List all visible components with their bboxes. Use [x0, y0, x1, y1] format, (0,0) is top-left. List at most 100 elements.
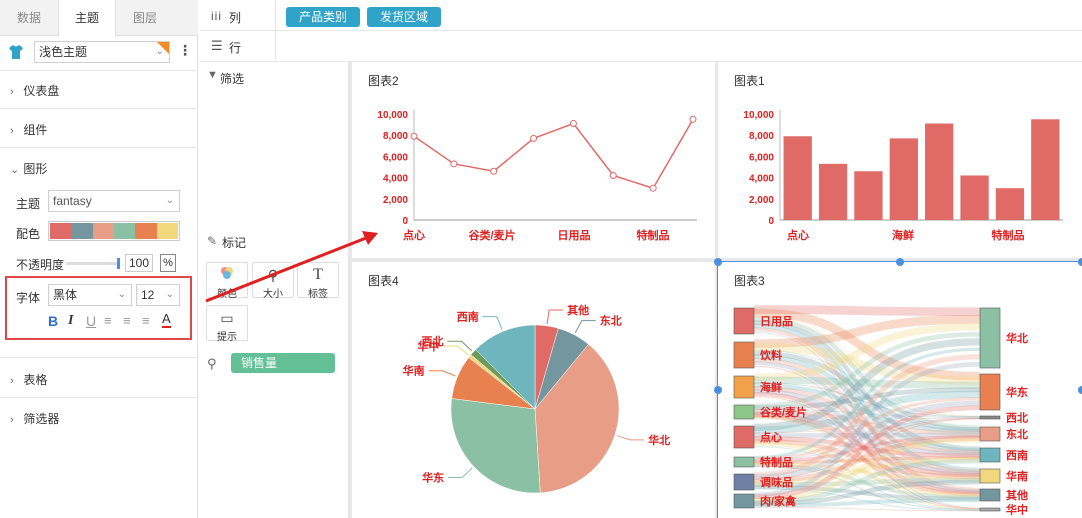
measure-pill[interactable]: 销售量: [231, 353, 335, 373]
label-mark-label: 标签: [308, 289, 328, 300]
columns-shelf[interactable]: iii 列 产品类别 发货区域: [199, 0, 1082, 31]
rows-shelf[interactable]: ☰ 行: [199, 31, 1082, 62]
y-tick-label: 10,000: [377, 110, 408, 121]
sankey-left-label: 海鲜: [760, 380, 782, 394]
rows-label: 行: [229, 41, 242, 55]
section-component[interactable]: › 组件: [10, 121, 47, 138]
section-dashboard[interactable]: › 仪表盘: [10, 82, 59, 99]
bar-chart: 0 2,000 4,000 6,000 8,000 10,000 点心 海鲜 特制品: [743, 110, 1063, 242]
y-tick-label: 6,000: [749, 152, 774, 163]
bold-button[interactable]: B: [48, 313, 58, 329]
palette-picker[interactable]: [48, 221, 180, 241]
palette-swatch: [156, 223, 178, 239]
chart3-card[interactable]: 图表3 日用品 饮料 海鲜 谷类/麦片 点心 特制品 调味品 肉/家禽 华北 华东 西北 东北 西南 华南…: [714, 258, 1082, 518]
series-line: [413, 118, 694, 190]
section-dashboard-label: 仪表盘: [23, 84, 60, 98]
palette-swatch: [71, 223, 93, 239]
bar: [960, 175, 989, 220]
chevron-down-icon: ⌄: [165, 289, 174, 300]
properties-panel: 数据 主题 图层 浅色主题 ⌄ ⋮ › 仪表盘 › 组件 ⌄ 图形 主题 fan…: [0, 0, 198, 518]
opacity-slider-handle[interactable]: [117, 258, 120, 269]
font-label: 字体: [16, 291, 41, 305]
bar: [818, 163, 848, 220]
graphic-theme-select[interactable]: fantasy ⌄: [48, 190, 180, 212]
sankey-left-node: [733, 404, 755, 420]
chevron-down-icon: ⌄: [10, 164, 20, 176]
dashboard-canvas: 图表2 0 2,000 4,000 6,000 8,000 10,000 点心 谷类/麦片 日用…: [349, 62, 1082, 518]
resize-handle[interactable]: [714, 258, 722, 266]
sankey-left-node: [733, 425, 755, 449]
sankey-left-node: [733, 375, 755, 399]
sankey-right-label: 东北: [1006, 427, 1028, 441]
size-mark-label: 大小: [263, 289, 283, 300]
opacity-input[interactable]: 100: [125, 254, 153, 272]
resize-handle[interactable]: [1078, 386, 1082, 394]
font-size-select[interactable]: 12 ⌄: [136, 284, 180, 306]
chevron-right-icon: ›: [10, 414, 14, 426]
align-left-icon[interactable]: ≡: [104, 313, 112, 328]
filter-icon: ▼: [207, 69, 218, 81]
marks-panel: ▼ 筛选 ✎ 标记 颜色 ⚲ 大小 T 标签 ▭ 提示 ⚲ 销售量: [199, 62, 349, 518]
data-point: [530, 134, 538, 142]
tab-theme[interactable]: 主题: [58, 0, 116, 37]
column-field-pill[interactable]: 发货区域: [367, 7, 441, 27]
chart2-card[interactable]: 图表2 0 2,000 4,000 6,000 8,000 10,000 点心 谷类/麦片 日用…: [352, 62, 715, 258]
x-tick-label: 点心: [403, 228, 425, 242]
sankey-right-node: [979, 426, 1001, 442]
section-graphic[interactable]: ⌄ 图形: [10, 160, 47, 177]
align-right-icon[interactable]: ≡: [142, 313, 150, 328]
sankey-right-label: 华南: [1006, 469, 1028, 483]
opacity-slider[interactable]: [66, 258, 120, 269]
data-point: [649, 184, 657, 192]
align-center-icon[interactable]: ≡: [123, 313, 131, 328]
sankey-left-label: 饮料: [759, 348, 782, 362]
label-mark-button[interactable]: T 标签: [297, 262, 339, 300]
pie-leader-line: [616, 435, 645, 441]
pie-leader-line: [574, 320, 596, 334]
columns-label: 列: [229, 11, 242, 25]
marks-label: 标记: [222, 236, 247, 250]
sankey-left-label: 点心: [760, 430, 782, 444]
section-filter[interactable]: › 筛选器: [10, 410, 59, 427]
y-tick-label: 4,000: [749, 174, 774, 185]
size-mark-button[interactable]: ⚲ 大小: [252, 262, 294, 300]
palette-swatch: [50, 223, 72, 239]
pie-leader-line: [546, 309, 564, 324]
chevron-right-icon: ›: [10, 375, 14, 387]
tab-layers[interactable]: 图层: [116, 0, 174, 36]
text-icon: T: [313, 266, 323, 283]
font-color-icon[interactable]: A: [162, 312, 171, 328]
more-icon[interactable]: ⋮: [178, 42, 192, 59]
bar: [995, 188, 1025, 220]
y-tick-label: 2,000: [383, 195, 408, 206]
resize-handle[interactable]: [896, 258, 904, 266]
theme-label: 主题: [16, 197, 41, 211]
chart1-card[interactable]: 图表1 0 2,000 4,000 6,000 8,000 10,000 点心 海鲜 特制品: [718, 62, 1082, 258]
resize-handle[interactable]: [1078, 258, 1082, 266]
pie-leader-line: [482, 316, 503, 330]
section-table[interactable]: › 表格: [10, 371, 47, 388]
theme-select[interactable]: 浅色主题 ⌄: [34, 41, 170, 63]
sankey-right-node: [979, 468, 1001, 484]
color-mark-button[interactable]: 颜色: [206, 262, 248, 300]
rows-icon: ☰: [211, 38, 223, 53]
sankey-right-label: 西南: [1006, 448, 1028, 462]
font-family-value: 黑体: [53, 288, 78, 302]
theme-select-value: 浅色主题: [39, 45, 88, 59]
column-field-pill[interactable]: 产品类别: [286, 7, 360, 27]
sankey-left-label: 肉/家禽: [760, 494, 797, 508]
tab-data[interactable]: 数据: [0, 0, 58, 36]
data-point: [569, 120, 577, 128]
size-icon: ⚲: [267, 267, 279, 283]
resize-handle[interactable]: [714, 386, 722, 394]
bar: [1031, 119, 1060, 220]
underline-button[interactable]: U: [86, 313, 96, 329]
y-tick-label: 4,000: [383, 174, 408, 185]
italic-button[interactable]: I: [68, 313, 73, 329]
tooltip-mark-button[interactable]: ▭ 提示: [206, 305, 248, 343]
chart4-card[interactable]: 图表4 其他 东北 华北 华东 华南 华中 西北 西南: [352, 262, 715, 518]
line-chart: 0 2,000 4,000 6,000 8,000 10,000 点心 谷类/麦片 日用品 特制品: [377, 110, 697, 242]
font-family-select[interactable]: 黑体 ⌄: [48, 284, 132, 306]
pie-slice-label: 其他: [567, 303, 589, 317]
y-tick-label: 8,000: [749, 131, 774, 142]
